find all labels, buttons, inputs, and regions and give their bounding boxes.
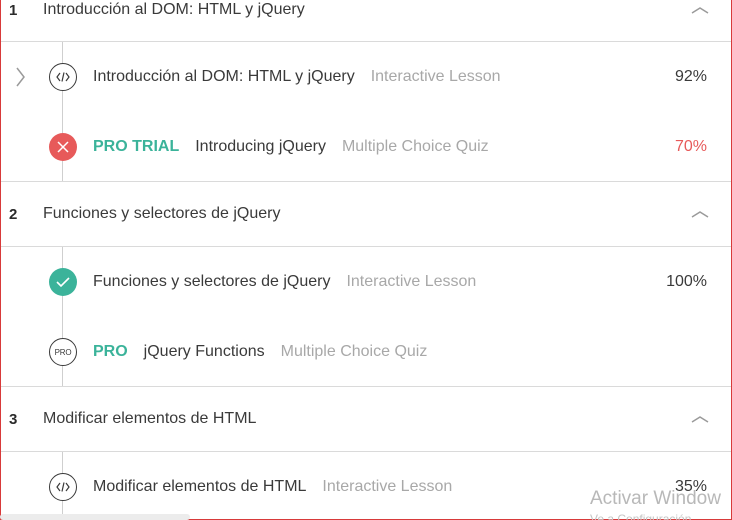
code-icon: [49, 473, 77, 501]
section-header-1[interactable]: 1 Introducción al DOM: HTML y jQuery: [1, 0, 731, 30]
lesson-type: Interactive Lesson: [346, 273, 477, 290]
list-item[interactable]: PRO PRO jQuery Functions Multiple Choice…: [1, 327, 731, 377]
code-icon: [49, 63, 77, 91]
pro-badge: PRO: [93, 343, 128, 360]
list-item[interactable]: PRO TRIAL Introducing jQuery Multiple Ch…: [1, 122, 731, 172]
quiz-title-link[interactable]: Introducing jQuery: [195, 138, 326, 156]
chevron-up-icon[interactable]: [691, 208, 709, 220]
divider: [1, 451, 731, 452]
pro-trial-badge: PRO TRIAL: [93, 138, 180, 155]
section-header-3[interactable]: 3 Modificar elementos de HTML: [1, 399, 731, 439]
lesson-score: 100%: [666, 273, 707, 290]
chevron-up-icon[interactable]: [691, 4, 709, 16]
item-text: PRO TRIAL Introducing jQuery Multiple Ch…: [93, 122, 489, 172]
horizontal-scrollbar[interactable]: [0, 514, 190, 520]
section-header-2[interactable]: 2 Funciones y selectores de jQuery: [1, 194, 731, 234]
quiz-type: Multiple Choice Quiz: [341, 138, 489, 155]
quiz-score: 70%: [674, 138, 707, 155]
failed-x-icon: [49, 133, 77, 161]
chevron-up-icon[interactable]: [691, 413, 709, 425]
item-text: Introducción al DOM: HTML y jQuery Inter…: [93, 52, 501, 102]
divider: [1, 41, 731, 42]
section-title: Funciones y selectores de jQuery: [43, 205, 281, 222]
list-item[interactable]: Introducción al DOM: HTML y jQuery Inter…: [1, 52, 731, 102]
lesson-title-link[interactable]: Funciones y selectores de jQuery: [93, 273, 330, 291]
quiz-title-link[interactable]: jQuery Functions: [144, 343, 265, 361]
checkmark-icon: [49, 268, 77, 296]
activate-windows-watermark: Activar Window: [590, 488, 721, 509]
lesson-title-link[interactable]: Introducción al DOM: HTML y jQuery: [93, 68, 355, 86]
lesson-score: 92%: [674, 68, 707, 85]
lesson-title-link[interactable]: Modificar elementos de HTML: [93, 478, 306, 496]
section-number: 1: [9, 1, 18, 19]
lesson-type: Interactive Lesson: [370, 68, 501, 85]
list-item[interactable]: Funciones y selectores de jQuery Interac…: [1, 257, 731, 307]
item-text: Funciones y selectores de jQuery Interac…: [93, 257, 476, 307]
item-text: Modificar elementos de HTML Interactive …: [93, 462, 452, 512]
section-title: Modificar elementos de HTML: [43, 410, 257, 427]
section-number: 3: [9, 410, 18, 428]
pro-icon-label: PRO: [54, 347, 72, 357]
section-number: 2: [9, 205, 18, 223]
pro-icon: PRO: [49, 338, 77, 366]
item-text: PRO jQuery Functions Multiple Choice Qui…: [93, 327, 427, 377]
lesson-type: Interactive Lesson: [322, 478, 453, 495]
divider: [1, 246, 731, 247]
section-title: Introducción al DOM: HTML y jQuery: [43, 1, 305, 18]
divider: [1, 386, 731, 387]
activate-windows-subtext: Ve a Configuración: [590, 512, 692, 520]
quiz-type: Multiple Choice Quiz: [280, 343, 428, 360]
divider: [1, 181, 731, 182]
